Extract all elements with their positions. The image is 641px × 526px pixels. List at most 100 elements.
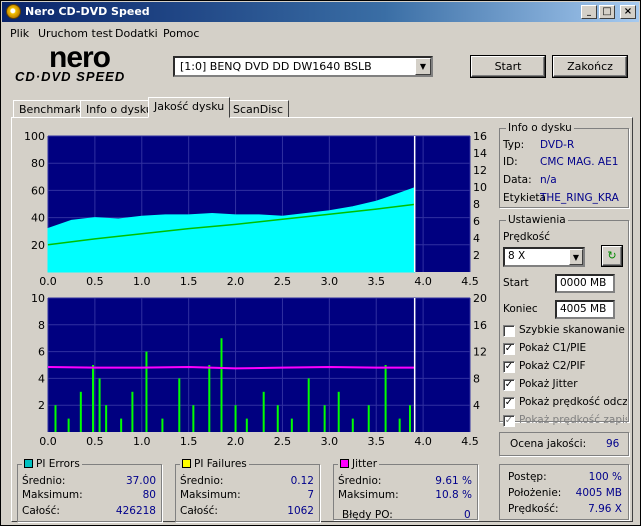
x-tick-label: 3.0 [321, 275, 339, 288]
y-right-tick-label: 6 [473, 215, 480, 228]
chevron-down-icon[interactable]: ▼ [415, 58, 431, 75]
y-right-tick-label: 8 [473, 372, 480, 385]
checkbox-5[interactable]: ✓ [503, 415, 515, 427]
pi-failures-group: PI Failures Średnio: 0.12 Maksimum: 7 Ca… [175, 458, 320, 522]
y-left-tick-label: 6 [38, 346, 45, 359]
title-bar: Nero CD-DVD Speed _ □ × [2, 2, 639, 22]
menu-uruchom-test[interactable]: Uruchom test [38, 27, 113, 40]
maximize-button[interactable]: □ [599, 5, 615, 19]
checkbox-label-0: Szybkie skanowanie [519, 324, 625, 336]
refresh-icon: ↻ [607, 249, 617, 262]
y-left-tick-label: 4 [38, 372, 45, 385]
pi-failures-total: 1062 [287, 505, 314, 517]
y-left-tick-label: 60 [31, 184, 45, 197]
x-tick-label: 1.0 [133, 435, 151, 448]
y-right-tick-label: 16 [473, 319, 487, 332]
progress-group: Postęp: 100 % Położenie: 4005 MB Prędkoś… [499, 464, 629, 520]
menu-pomoc[interactable]: Pomoc [163, 27, 199, 40]
checkbox-label-1: Pokaż C1/PIE [519, 342, 587, 354]
x-tick-label: 4.0 [414, 275, 432, 288]
disc-id: CMC MAG. AE1 [540, 156, 619, 168]
tab-scandisc[interactable]: ScanDisc [227, 100, 290, 118]
start-mb-input[interactable]: 0000 MB [555, 274, 615, 293]
y-left-tick-label: 20 [31, 239, 45, 252]
refresh-button[interactable]: ↻ [602, 246, 622, 266]
progress-value: 100 % [588, 471, 622, 483]
app-window: Nero CD-DVD Speed _ □ × Plik Uruchom tes… [0, 0, 641, 526]
pi-errors-group: PI Errors Średnio: 37.00 Maksimum: 80 Ca… [17, 458, 162, 522]
start-button[interactable]: Start [471, 56, 545, 77]
x-tick-label: 4.0 [414, 435, 432, 448]
position-value: 4005 MB [575, 487, 622, 499]
pi-failures-avg: 0.12 [290, 475, 314, 487]
tab-disc-quality[interactable]: Jakość dysku [148, 97, 231, 118]
x-tick-label: 2.0 [227, 275, 245, 288]
y-left-tick-label: 2 [38, 399, 45, 412]
y-right-tick-label: 2 [473, 249, 480, 262]
y-right-tick-label: 14 [473, 147, 487, 160]
plot-area [48, 298, 470, 432]
x-tick-label: 0.5 [86, 435, 104, 448]
y-right-tick-label: 4 [473, 399, 480, 412]
x-tick-label: 4.5 [461, 435, 479, 448]
settings-group: Ustawienia Prędkość 8 X ▼ ↻ Start 0000 M… [499, 214, 629, 427]
y-right-tick-label: 4 [473, 232, 480, 245]
stop-button[interactable]: Zakończ [553, 56, 627, 77]
y-right-tick-label: 20 [473, 292, 487, 305]
speed-select[interactable]: 8 X ▼ [503, 247, 585, 267]
x-tick-label: 0.0 [39, 275, 57, 288]
checkbox-1[interactable]: ✓ [503, 343, 515, 355]
minimize-button[interactable]: _ [581, 5, 597, 19]
chevron-down-icon[interactable]: ▼ [569, 249, 583, 265]
quality-score-group: Ocena jakości: 96 [499, 432, 629, 456]
x-tick-label: 3.0 [321, 435, 339, 448]
pi-failures-swatch [182, 459, 191, 468]
checkbox-0[interactable] [503, 325, 515, 337]
close-button[interactable]: × [620, 5, 636, 19]
end-mb-input[interactable]: 4005 MB [555, 300, 615, 319]
checkbox-label-5: Pokaż prędkość zapisu [519, 414, 627, 426]
drive-select-value: [1:0] BENQ DVD DD DW1640 BSLB [180, 60, 372, 73]
checkbox-2[interactable]: ✓ [503, 361, 515, 373]
jitter-swatch [340, 459, 349, 468]
drive-select[interactable]: [1:0] BENQ DVD DD DW1640 BSLB ▼ [173, 56, 433, 77]
y-right-tick-label: 10 [473, 181, 487, 194]
y-left-tick-label: 8 [38, 319, 45, 332]
pi-errors-chart: 0.0 0.5 1.0 1.5 2.0 2.5 3.0 3.5 4.0 4.5 20 40 60 80 10… [24, 130, 487, 288]
x-tick-label: 2.5 [274, 275, 292, 288]
jitter-max: 10.8 % [435, 489, 472, 501]
x-tick-label: 0.5 [86, 275, 104, 288]
menu-dodatki[interactable]: Dodatki [115, 27, 158, 40]
disc-type: DVD-R [540, 139, 575, 151]
x-tick-label: 2.0 [227, 435, 245, 448]
x-tick-label: 0.0 [39, 435, 57, 448]
speed-value: 7.96 X [588, 503, 622, 515]
menu-bar: Plik Uruchom test Dodatki Pomoc [2, 24, 639, 42]
menu-plik[interactable]: Plik [10, 27, 29, 40]
tab-disc-info[interactable]: Info o dysku [80, 100, 159, 118]
x-tick-label: 1.5 [180, 275, 198, 288]
y-left-tick-label: 80 [31, 157, 45, 170]
x-tick-label: 4.5 [461, 275, 479, 288]
pi-failures-chart: 0.0 0.5 1.0 1.5 2.0 2.5 3.0 3.5 4.0 4.5 2 4 6 8 10 4 8 12… [31, 292, 487, 448]
checkbox-label-3: Pokaż Jitter [519, 378, 578, 390]
x-tick-label: 1.5 [180, 435, 198, 448]
app-disc-icon [6, 4, 21, 19]
jitter-avg: 9.61 % [435, 475, 472, 487]
checkbox-label-4: Pokaż prędkość odczytu [519, 396, 627, 408]
y-right-tick-label: 12 [473, 164, 487, 177]
tab-benchmark[interactable]: Benchmark [13, 100, 88, 118]
y-right-tick-label: 16 [473, 130, 487, 143]
x-tick-label: 3.5 [367, 435, 385, 448]
pi-errors-swatch [24, 459, 33, 468]
checkbox-4[interactable]: ✓ [503, 397, 515, 409]
y-right-tick-label: 8 [473, 198, 480, 211]
x-tick-label: 1.0 [133, 275, 151, 288]
pi-errors-total: 426218 [115, 505, 156, 517]
pi-failures-max: 7 [307, 489, 314, 501]
y-right-tick-label: 12 [473, 346, 487, 359]
checkbox-3[interactable]: ✓ [503, 379, 515, 391]
tab-panel: 0.0 0.5 1.0 1.5 2.0 2.5 3.0 3.5 4.0 4.5 20 40 60 80 10… [11, 117, 633, 522]
disc-label: THE_RING_KRA [540, 192, 619, 204]
pi-errors-avg: 37.00 [125, 475, 156, 487]
